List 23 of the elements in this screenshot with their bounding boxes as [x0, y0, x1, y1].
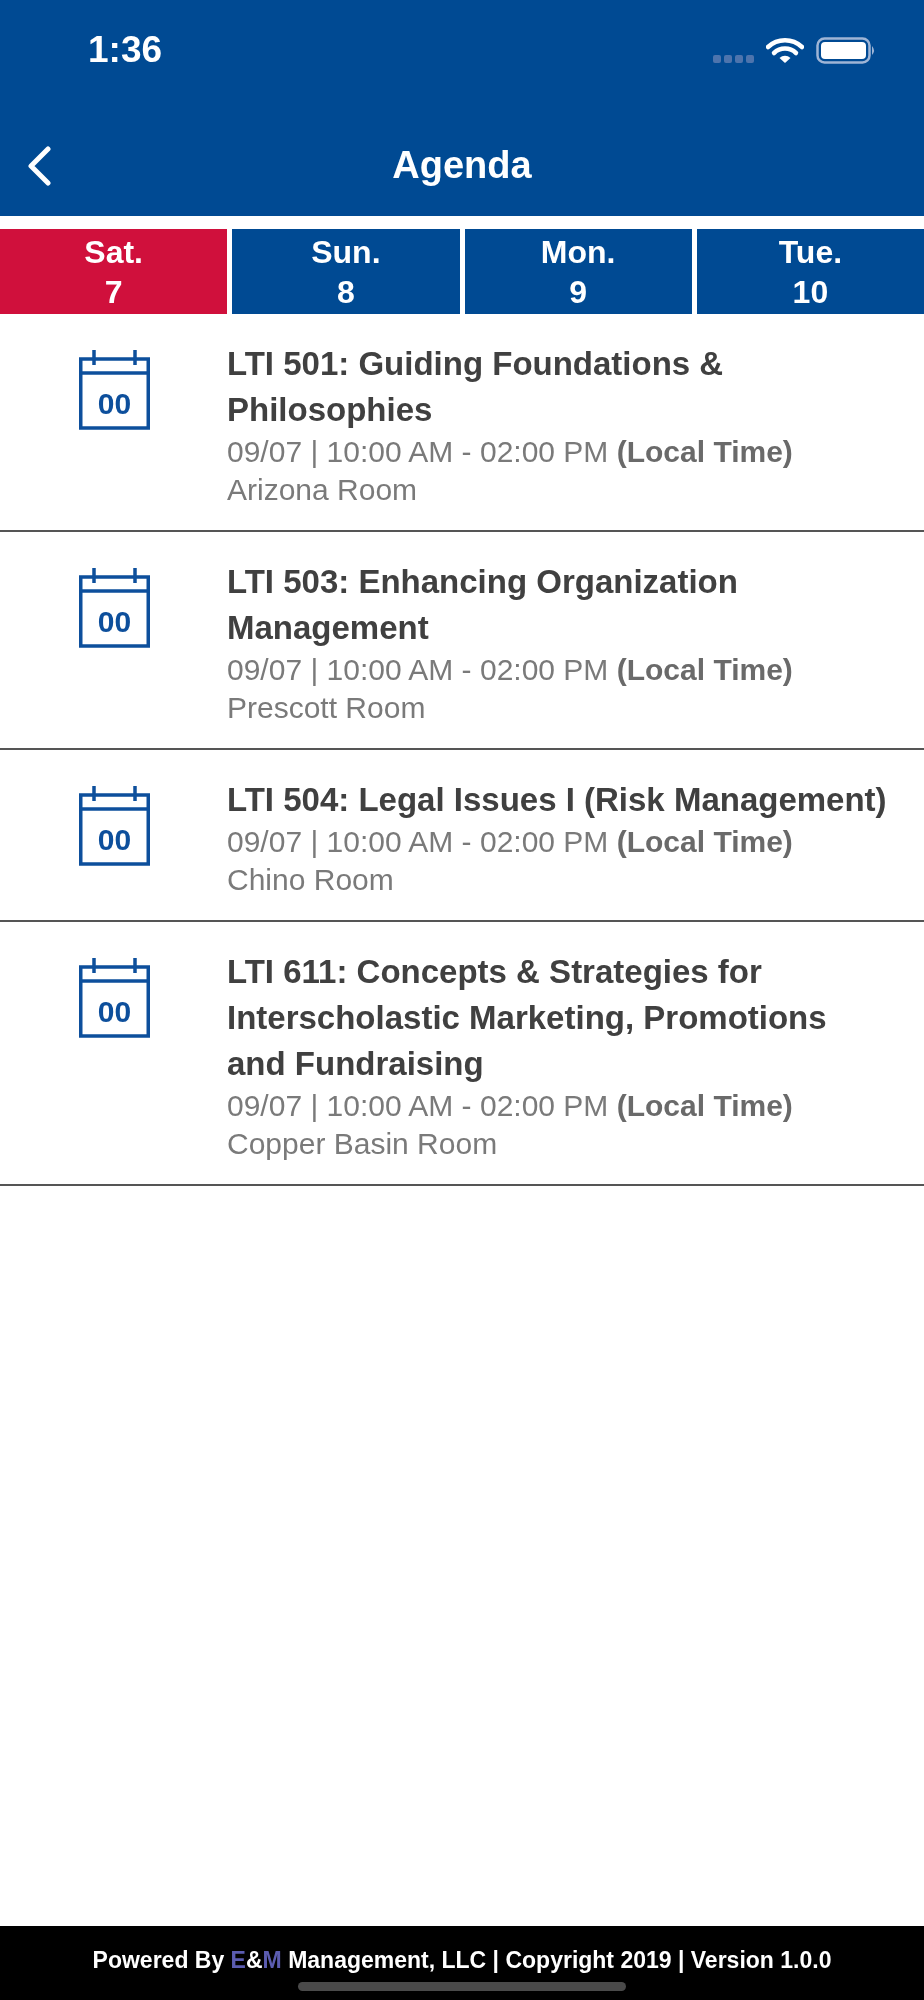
- session-time: 09/07 | 10:00 AM - 02:00 PM (Local Time): [227, 652, 794, 688]
- session-title: LTI 504: Legal Issues I (Risk Management): [227, 780, 888, 820]
- session-time: 09/07 | 10:00 AM - 02:00 PM (Local Time): [227, 434, 794, 470]
- battery-icon: [816, 36, 876, 64]
- session-room: Chino Room: [227, 862, 395, 898]
- signal-icon: [713, 54, 754, 64]
- session-title: LTI 501: Guiding Foundations & Philosophies: [227, 344, 725, 430]
- session-title: LTI 503: Enhancing Organization Management: [227, 562, 739, 648]
- day-tab[interactable]: Sat. 7: [0, 229, 228, 314]
- footer-text: Powered By E&M Management, LLC | Copyright 2019 | Version 1.0.0: [92, 1946, 832, 1974]
- session-room: Prescott Room: [227, 690, 427, 726]
- day-tab[interactable]: Tue. 10: [696, 229, 924, 314]
- session-room: Copper Basin Room: [227, 1126, 499, 1162]
- session-room: Arizona Room: [227, 472, 419, 508]
- session-time: 09/07 | 10:00 AM - 02:00 PM (Local Time): [227, 1088, 794, 1124]
- wifi-icon: [766, 36, 804, 64]
- page-title: Agenda: [392, 143, 532, 188]
- session-time: 09/07 | 10:00 AM - 02:00 PM (Local Time): [227, 824, 794, 860]
- status-time: 1:36: [88, 28, 163, 72]
- back-icon[interactable]: [26, 146, 52, 186]
- day-tab[interactable]: Mon. 9: [464, 229, 692, 314]
- session-title: LTI 611: Concepts & Strategies for Interscholastic Marketing, Promotions and Fundraising: [227, 952, 828, 1084]
- day-tab[interactable]: Sun. 8: [232, 229, 460, 314]
